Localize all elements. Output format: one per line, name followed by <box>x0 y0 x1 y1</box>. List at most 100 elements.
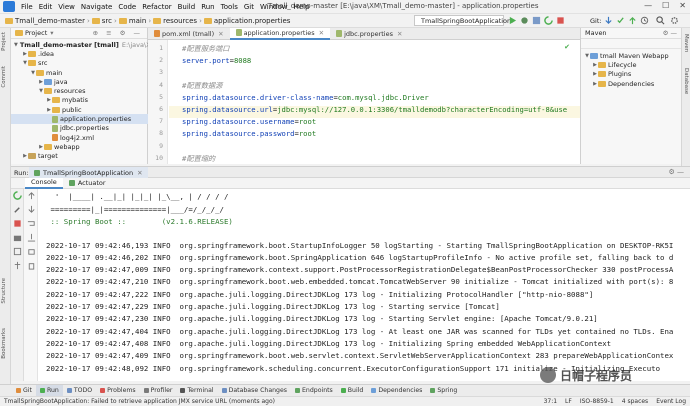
rerun-icon[interactable] <box>13 191 22 200</box>
tree-node[interactable]: log4j2.xml <box>11 133 148 142</box>
tool-window-run[interactable]: Run <box>35 384 63 397</box>
close-icon[interactable]: ✕ <box>137 169 142 177</box>
commit-tool-tab[interactable]: Commit <box>1 66 7 88</box>
tree-node[interactable]: ▶ .idea <box>11 49 148 58</box>
maven-tree-node[interactable]: ▶ Lifecycle <box>581 60 681 69</box>
tree-node[interactable]: ▶ public <box>11 105 148 114</box>
run-configuration-select[interactable]: TmallSpringBootApplication ▾ <box>414 15 514 26</box>
tool-window-git[interactable]: Git <box>12 385 36 397</box>
caret-position[interactable]: 37:1 <box>544 398 557 405</box>
menu-item-view[interactable]: View <box>55 3 78 11</box>
event-log-button[interactable]: Event Log <box>656 398 686 405</box>
maven-tree-node[interactable]: ▶ Dependencies <box>581 79 681 88</box>
pin-icon[interactable] <box>13 261 22 270</box>
project-tool-tab[interactable]: Project <box>1 32 7 51</box>
menu-item-navigate[interactable]: Navigate <box>78 3 115 11</box>
breadcrumb-item[interactable]: main <box>117 17 149 25</box>
tree-node[interactable]: application.properties <box>11 114 148 124</box>
tool-window-problems[interactable]: Problems <box>96 385 140 397</box>
tool-window-build[interactable]: Build <box>337 385 368 397</box>
close-icon[interactable]: ✕ <box>218 30 223 38</box>
tree-node[interactable]: jdbc.properties <box>11 124 148 133</box>
structure-tool-tab[interactable]: Structure <box>1 278 7 304</box>
tree-node[interactable]: ▼ Tmall_demo-master [tmall] E:\java\XM\T <box>11 40 162 49</box>
tool-window-database-changes[interactable]: Database Changes <box>218 385 291 397</box>
tree-node[interactable]: ▼ main <box>11 68 148 77</box>
menu-item-git[interactable]: Git <box>241 3 257 11</box>
search-icon[interactable] <box>656 16 665 25</box>
minimize-icon[interactable]: — <box>644 1 652 10</box>
maven-tool-tab[interactable]: Maven <box>683 34 689 52</box>
coverage-icon[interactable] <box>532 16 541 25</box>
menu-item-refactor[interactable]: Refactor <box>139 3 174 11</box>
settings-gear-icon[interactable] <box>670 16 679 25</box>
restore-layout-icon[interactable] <box>13 247 22 256</box>
tab-actuator[interactable]: Actuator <box>63 178 112 189</box>
database-tool-tab[interactable]: Database <box>683 68 689 94</box>
tree-node[interactable]: ▶ mybatis <box>11 96 148 105</box>
tree-node[interactable]: ▶ java <box>11 77 148 86</box>
chevron-down-icon[interactable]: ▾ <box>50 29 53 37</box>
close-icon[interactable]: ✕ <box>397 30 402 38</box>
editor-tab[interactable]: jdbc.properties ✕ <box>330 28 408 40</box>
breadcrumb-item[interactable]: src <box>90 17 114 25</box>
run-tab[interactable]: TmallSpringBootApplication ✕ <box>29 167 148 178</box>
run-icon[interactable] <box>508 16 517 25</box>
history-icon[interactable] <box>640 16 649 25</box>
trash-icon[interactable] <box>27 261 36 270</box>
tool-window-endpoints[interactable]: Endpoints <box>291 385 337 397</box>
menu-item-run[interactable]: Run <box>198 3 217 11</box>
menu-item-edit[interactable]: Edit <box>36 3 56 11</box>
debug-icon[interactable] <box>520 16 529 25</box>
panel-options-icon[interactable]: ⊕ ≡ ⚙ — <box>93 29 143 37</box>
menu-item-build[interactable]: Build <box>175 3 199 11</box>
tree-node[interactable]: ▼ resources <box>11 86 148 95</box>
camera-icon[interactable] <box>13 233 22 242</box>
file-encoding[interactable]: ISO-8859-1 <box>580 398 614 405</box>
project-panel-title[interactable]: Project <box>25 29 47 37</box>
close-icon[interactable]: ✕ <box>319 29 324 37</box>
scroll-to-end-icon[interactable] <box>27 233 36 242</box>
code-editor[interactable]: 1 2 3 4 5 6 7 8 9 10 #配置服务端口 server.port=8088 #配置数据… <box>148 40 580 164</box>
status-message[interactable]: TmallSpringBootApplication: Failed to re… <box>4 398 275 405</box>
tool-window-todo[interactable]: TODO <box>63 385 96 397</box>
breadcrumb-item[interactable]: Tmall_demo-master <box>3 17 87 25</box>
tree-node[interactable]: ▶ webapp <box>11 142 148 151</box>
arrow-down-icon[interactable] <box>27 205 36 214</box>
panel-options-icon[interactable]: ⚙ — <box>668 168 684 176</box>
menu-item-tools[interactable]: Tools <box>218 3 241 11</box>
arrow-up-icon[interactable] <box>27 191 36 200</box>
bookmarks-tool-tab[interactable]: Bookmarks <box>1 328 7 359</box>
indent-setting[interactable]: 4 spaces <box>622 398 648 405</box>
tree-node[interactable]: ▼ src <box>11 59 148 68</box>
git-commit-icon[interactable] <box>616 16 625 25</box>
breadcrumb-item[interactable]: resources <box>151 17 199 25</box>
line-separator[interactable]: LF <box>565 398 572 405</box>
tab-console[interactable]: Console <box>25 177 63 189</box>
tool-window-dependencies[interactable]: Dependencies <box>367 385 426 397</box>
menu-item-code[interactable]: Code <box>115 3 139 11</box>
wrench-icon[interactable] <box>13 205 22 214</box>
git-push-icon[interactable] <box>628 16 637 25</box>
chevron-down-icon[interactable]: ▼ <box>14 42 18 48</box>
maven-tree-node[interactable]: ▶ Plugins <box>581 70 681 79</box>
stop-icon[interactable] <box>13 219 22 228</box>
soft-wrap-icon[interactable] <box>27 219 36 228</box>
rerun-icon[interactable] <box>544 16 553 25</box>
panel-options-icon[interactable]: ⚙ — <box>663 29 677 37</box>
stop-icon[interactable] <box>556 16 565 25</box>
tool-window-spring[interactable]: Spring <box>426 385 461 397</box>
tool-window-terminal[interactable]: Terminal <box>176 385 217 397</box>
console-output[interactable]: ' |____| .__|_| |_|_| |_\__, | / / / / =… <box>38 189 690 381</box>
maven-tree-node[interactable]: ▼ tmall Maven Webapp <box>581 51 681 60</box>
breadcrumb-item[interactable]: application.properties <box>202 17 293 25</box>
tree-node[interactable]: ▶ target <box>11 152 148 161</box>
print-icon[interactable] <box>27 247 36 256</box>
git-update-icon[interactable] <box>604 16 613 25</box>
tool-window-profiler[interactable]: Profiler <box>140 385 177 397</box>
maximize-icon[interactable]: ☐ <box>662 1 669 10</box>
close-icon[interactable]: ✕ <box>679 1 686 10</box>
menu-item-file[interactable]: File <box>18 3 36 11</box>
editor-tab[interactable]: pom.xml (tmall) ✕ <box>148 28 230 40</box>
editor-tab[interactable]: application.properties ✕ <box>229 27 331 40</box>
